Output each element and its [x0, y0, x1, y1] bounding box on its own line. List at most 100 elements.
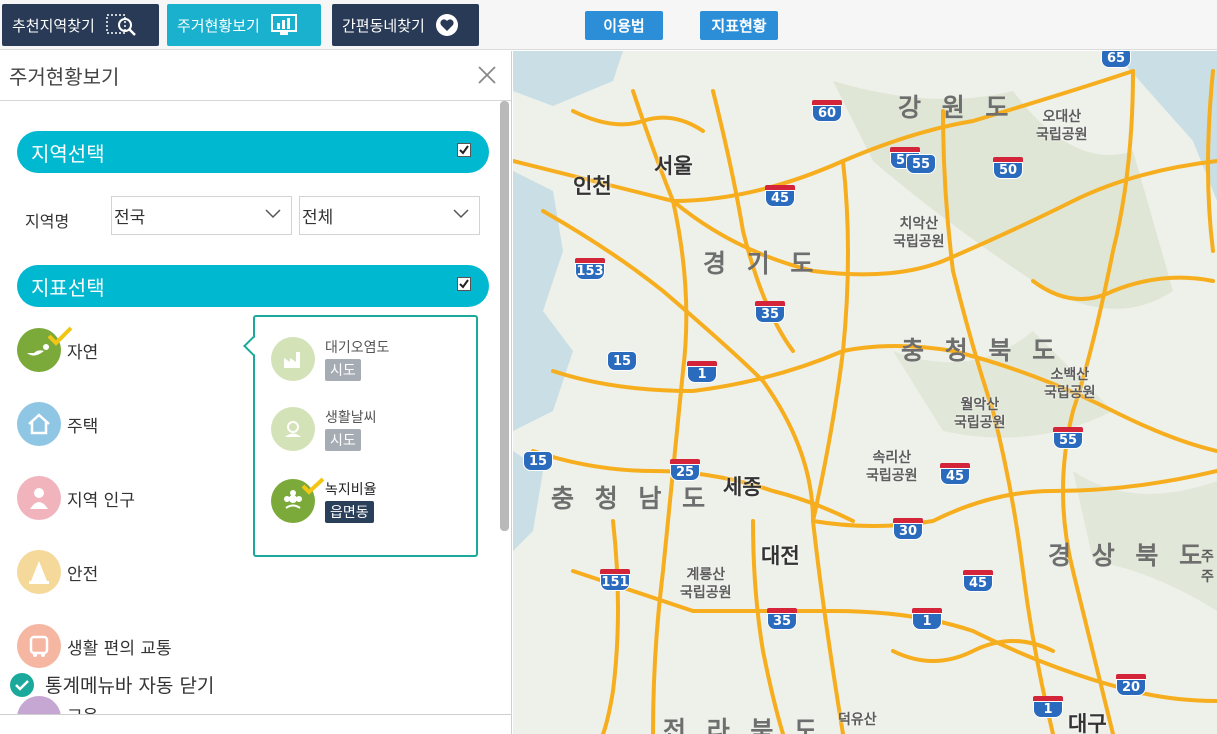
province-label: 충 청 북 도 — [901, 336, 1062, 365]
city-label: 서울 — [654, 154, 693, 178]
recommend-region-label: 추천지역찾기 — [12, 16, 95, 35]
recommend-region-button[interactable]: 추천지역찾기 — [2, 4, 159, 46]
bus-icon — [17, 624, 61, 668]
housing-status-panel: 주거현황보기 지역선택 지역명 전국 전체 지표선택 자연 주택 지역 인구 안… — [0, 51, 512, 734]
housing-status-label: 주거현황보기 — [177, 16, 260, 35]
indicator-label: 주택 — [67, 416, 99, 437]
highway-shield: 35 — [755, 301, 785, 323]
indicator-section-checkbox[interactable] — [457, 277, 471, 291]
map-view[interactable]: 강 원 도 경 기 도 충 청 북 도 충 청 남 도 경 상 북 도 전 라 … — [513, 51, 1217, 734]
traffic-cone-icon — [17, 550, 61, 594]
indicator-section-title: 지표선택 — [31, 275, 105, 300]
highway-shield: 1 — [1033, 696, 1063, 718]
housing-status-button[interactable]: 주거현황보기 — [167, 4, 321, 46]
area-search-icon — [105, 12, 137, 38]
auto-close-toggle[interactable]: 통계메뉴바 자동 닫기 — [9, 671, 214, 698]
province-label: 경 기 도 — [703, 249, 820, 278]
highway-shield: 151 — [600, 569, 630, 591]
park-label: 소백산 국립공원 — [1044, 367, 1096, 401]
easy-neighborhood-label: 간편동네찾기 — [342, 16, 425, 35]
highway-shield: 55 — [906, 154, 936, 176]
province-label: 충 청 남 도 — [551, 484, 712, 513]
highway-shield: 1 — [687, 361, 717, 383]
region-section-title: 지역선택 — [31, 141, 105, 166]
highway-shield: 65 — [1101, 51, 1131, 70]
highway-shield: 30 — [893, 518, 923, 540]
person-icon — [17, 476, 61, 520]
region-section-header[interactable]: 지역선택 — [17, 131, 489, 173]
sub-indicator-weather[interactable]: 생활날씨 시도 — [271, 407, 377, 451]
indicator-safety[interactable]: 안전 — [17, 550, 98, 594]
highway-shield: 60 — [812, 100, 842, 122]
sub-indicator-popup: 대기오염도 시도 생활날씨 시도 녹지비율 읍면동 — [243, 315, 478, 557]
highway-shield: 45 — [765, 185, 795, 207]
region-name-label: 지역명 — [25, 212, 70, 231]
panel-title: 주거현황보기 — [9, 65, 120, 89]
highway-shield: 50 — [993, 157, 1023, 179]
indicator-label: 지역 인구 — [67, 490, 135, 511]
city-label: 세종 — [723, 475, 762, 499]
indicator-section-header[interactable]: 지표선택 — [17, 265, 489, 307]
nature-icon — [17, 326, 73, 372]
sub-indicator-green[interactable]: 녹지비율 읍면동 — [271, 477, 377, 523]
region-section-checkbox[interactable] — [457, 143, 471, 157]
auto-close-label: 통계메뉴바 자동 닫기 — [45, 675, 215, 697]
panel-divider — [0, 714, 512, 715]
indicator-label: 안전 — [67, 564, 99, 585]
sub-indicator-tag: 시도 — [325, 359, 361, 381]
region-select-province[interactable]: 전국 — [111, 196, 292, 235]
panel-scrollbar[interactable] — [500, 101, 509, 531]
city-label: 대구 — [1068, 712, 1107, 734]
city-label: 대전 — [761, 544, 800, 568]
sub-indicator-air[interactable]: 대기오염도 시도 — [271, 337, 389, 381]
highway-shield: 45 — [940, 463, 970, 485]
highway-shield: 35 — [767, 608, 797, 630]
indicator-population[interactable]: 지역 인구 — [17, 476, 135, 520]
highway-shield: 45 — [963, 570, 993, 592]
chevron-down-icon — [265, 209, 281, 219]
park-label: 치악산 국립공원 — [893, 216, 945, 250]
highway-shield: 15 — [607, 351, 637, 373]
flower-icon — [271, 477, 325, 523]
indicator-label: 교육 — [67, 696, 98, 714]
indicator-status-button[interactable]: 지표현황 — [700, 11, 778, 40]
education-icon — [17, 696, 61, 714]
indicator-nature[interactable]: 자연 — [17, 326, 98, 372]
sub-indicator-label: 녹지비율 — [325, 482, 377, 498]
park-label: 계룡산 국립공원 — [680, 567, 732, 601]
indicator-label: 생활 편의 교통 — [67, 638, 172, 659]
check-icon — [47, 326, 73, 346]
close-icon[interactable] — [477, 65, 497, 85]
highway-shield: 15 — [523, 451, 553, 473]
highway-shield: 25 — [670, 459, 700, 481]
city-label: 인천 — [573, 174, 612, 198]
check-circle-icon — [10, 672, 34, 697]
sub-indicator-tag: 읍면동 — [325, 501, 374, 523]
sub-indicator-label: 대기오염도 — [325, 340, 390, 356]
region-select-district[interactable]: 전체 — [299, 196, 480, 235]
heart-icon — [435, 13, 459, 37]
province-label: 전 라 북 도 — [663, 716, 824, 734]
edge-label: 주 — [1201, 569, 1214, 585]
indicator-transport[interactable]: 생활 편의 교통 — [17, 624, 172, 668]
easy-neighborhood-button[interactable]: 간편동네찾기 — [332, 4, 479, 46]
park-label: 덕유산 — [838, 712, 877, 728]
province-label: 강 원 도 — [898, 93, 1015, 122]
province-label: 경 상 북 도 — [1048, 541, 1209, 570]
indicator-housing[interactable]: 주택 — [17, 402, 98, 446]
help-button[interactable]: 이용법 — [585, 11, 663, 40]
edge-label: 주 — [1201, 549, 1214, 565]
indicator-education[interactable]: 교육 — [17, 696, 98, 714]
check-icon — [301, 477, 325, 495]
weather-icon — [271, 407, 315, 451]
highway-shield: 55 — [1053, 427, 1083, 449]
chevron-down-icon — [453, 209, 469, 219]
popup-pointer — [243, 336, 263, 356]
sub-indicator-tag: 시도 — [325, 429, 361, 451]
highway-shield: 20 — [1116, 674, 1146, 696]
highway-shield: 153 — [575, 258, 605, 280]
map-background — [513, 51, 1217, 734]
sub-indicator-label: 생활날씨 — [325, 410, 377, 426]
region-select-district-value: 전체 — [302, 208, 334, 228]
monitor-chart-icon — [270, 13, 298, 37]
